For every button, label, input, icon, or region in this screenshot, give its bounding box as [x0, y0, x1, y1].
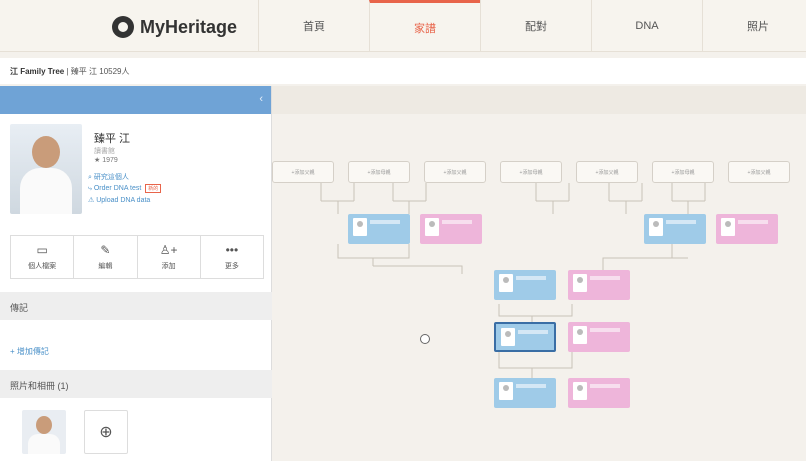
person-subtitle: 讀書館 [94, 148, 115, 155]
sidebar-header: ‹ [0, 86, 271, 114]
nav-home[interactable]: 首頁 [258, 0, 369, 52]
person-name: 臻平 江 [94, 133, 131, 145]
profile-button[interactable]: ▭ 個人檔案 [11, 236, 75, 278]
add-person-icon: ♙+ [159, 243, 178, 257]
camera-icon: ⊕ [99, 424, 113, 441]
person-card-male[interactable] [348, 214, 410, 244]
add-father-placeholder[interactable]: +添加父親 [424, 161, 486, 183]
person-card-female[interactable] [568, 270, 630, 300]
tree-canvas[interactable]: +添加父親 +添加母親 +添加父親 +添加母親 +添加父親 +添加母親 +添加父… [272, 86, 806, 461]
main-nav: 首頁 家譜 配對 DNA 照片 [258, 0, 806, 52]
research-link[interactable]: ⌕ 研究這個人 [88, 172, 129, 182]
order-dna-link[interactable]: ⤷ Order DNA test 新的 [88, 184, 162, 193]
add-label: 添加 [161, 263, 176, 270]
more-icon: ••• [225, 243, 239, 257]
add-mother-placeholder[interactable]: +添加母親 [500, 161, 562, 183]
mouse-cursor-icon [420, 334, 430, 344]
add-father-placeholder[interactable]: +添加父親 [728, 161, 790, 183]
person-card-female[interactable] [568, 322, 630, 352]
add-biography-link[interactable]: + 增加傳記 [10, 346, 49, 357]
add-mother-placeholder[interactable]: +添加母親 [348, 161, 410, 183]
breadcrumb: 江 Family Tree | 臻平 江 10529人 [0, 58, 806, 84]
tree-detail: 臻平 江 10529人 [70, 67, 130, 76]
logo-text: MyHeritage [140, 16, 238, 37]
person-actions: ▭ 個人檔案 ✎ 編輯 ♙+ 添加 ••• 更多 [10, 235, 264, 279]
logo-icon [112, 16, 134, 38]
photo-thumbnail[interactable] [22, 410, 66, 454]
add-button[interactable]: ♙+ 添加 [138, 236, 201, 278]
breadcrumb-separator: | [66, 67, 69, 76]
person-card-female[interactable] [420, 214, 482, 244]
more-label: 更多 [224, 263, 239, 270]
edit-label: 編輯 [98, 263, 113, 270]
nav-dna[interactable]: DNA [591, 0, 702, 52]
photos-section-header: 照片和相冊 (1) [0, 370, 272, 398]
person-card-female[interactable] [716, 214, 778, 244]
add-mother-placeholder[interactable]: +添加母親 [652, 161, 714, 183]
selected-person-card[interactable] [494, 322, 556, 352]
biography-section-header: 傳記 [0, 292, 272, 320]
new-badge: 新的 [145, 184, 162, 193]
nav-family-tree[interactable]: 家譜 [369, 0, 480, 52]
top-bar: MyHeritage 首頁 家譜 配對 DNA 照片 [0, 0, 806, 52]
upload-dna-link[interactable]: ⚠ Upload DNA data [88, 196, 150, 204]
person-profile: 臻平 江 讀書館 ★ 1979 ⌕ 研究這個人 ⤷ Order DNA test… [0, 114, 271, 229]
order-dna-label: ⤷ Order DNA test [88, 185, 142, 192]
profile-label: 個人檔案 [28, 263, 57, 270]
myheritage-logo[interactable]: MyHeritage [112, 16, 237, 38]
nav-photos[interactable]: 照片 [702, 0, 806, 52]
tree-name[interactable]: 江 Family Tree [10, 67, 64, 76]
edit-button[interactable]: ✎ 編輯 [74, 236, 138, 278]
more-button[interactable]: ••• 更多 [201, 236, 263, 278]
person-birth: ★ 1979 [94, 157, 118, 164]
pencil-icon: ✎ [100, 243, 111, 257]
add-father-placeholder[interactable]: +添加父親 [576, 161, 638, 183]
person-card-male[interactable] [494, 270, 556, 300]
person-card-male[interactable] [644, 214, 706, 244]
add-photo-button[interactable]: ⊕ [84, 410, 128, 454]
collapse-chevron-icon[interactable]: ‹ [259, 93, 263, 105]
person-photo[interactable] [10, 124, 82, 214]
person-card-male[interactable] [494, 378, 556, 408]
person-card-female[interactable] [568, 378, 630, 408]
person-sidebar: ‹ 臻平 江 讀書館 ★ 1979 ⌕ 研究這個人 ⤷ Order DNA te… [0, 86, 272, 461]
nav-matches[interactable]: 配對 [480, 0, 591, 52]
profile-card-icon: ▭ [36, 243, 48, 257]
add-father-placeholder[interactable]: +添加父親 [272, 161, 334, 183]
